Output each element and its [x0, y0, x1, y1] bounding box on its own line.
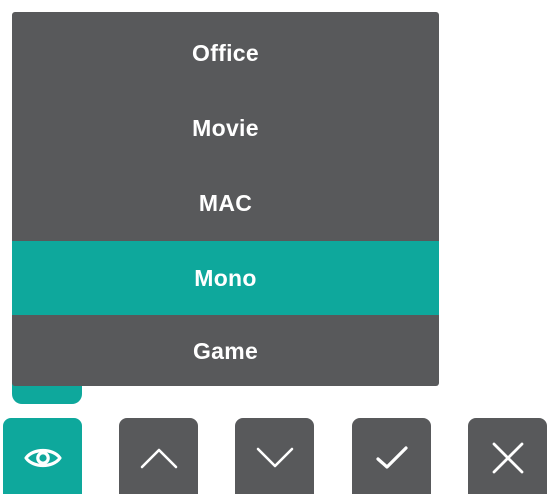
- close-icon: [492, 442, 523, 474]
- menu-item-movie[interactable]: Movie: [12, 91, 439, 165]
- close-button[interactable]: [468, 418, 547, 494]
- menu-item-mono[interactable]: Mono: [12, 241, 439, 315]
- chevron-down-icon: [256, 447, 293, 468]
- menu-item-mac[interactable]: MAC: [12, 166, 439, 240]
- view-button[interactable]: [3, 418, 82, 494]
- checkmark-icon: [375, 446, 408, 469]
- confirm-button[interactable]: [352, 418, 431, 494]
- down-button[interactable]: [235, 418, 314, 494]
- menu-item-label: Office: [192, 39, 259, 66]
- menu-item-label: Movie: [192, 114, 259, 141]
- eye-icon: [23, 448, 62, 468]
- menu-item-game[interactable]: Game: [12, 314, 439, 388]
- menu-item-office[interactable]: Office: [12, 16, 439, 90]
- preset-mode-menu: Office Movie MAC Mono Game: [12, 12, 439, 386]
- chevron-up-icon: [140, 448, 177, 469]
- menu-item-label: Game: [192, 337, 259, 364]
- menu-item-label: Mono: [194, 264, 257, 291]
- osd-screen: Office Movie MAC Mono Game: [0, 0, 552, 494]
- up-button[interactable]: [119, 418, 198, 494]
- menu-item-label: MAC: [198, 189, 253, 216]
